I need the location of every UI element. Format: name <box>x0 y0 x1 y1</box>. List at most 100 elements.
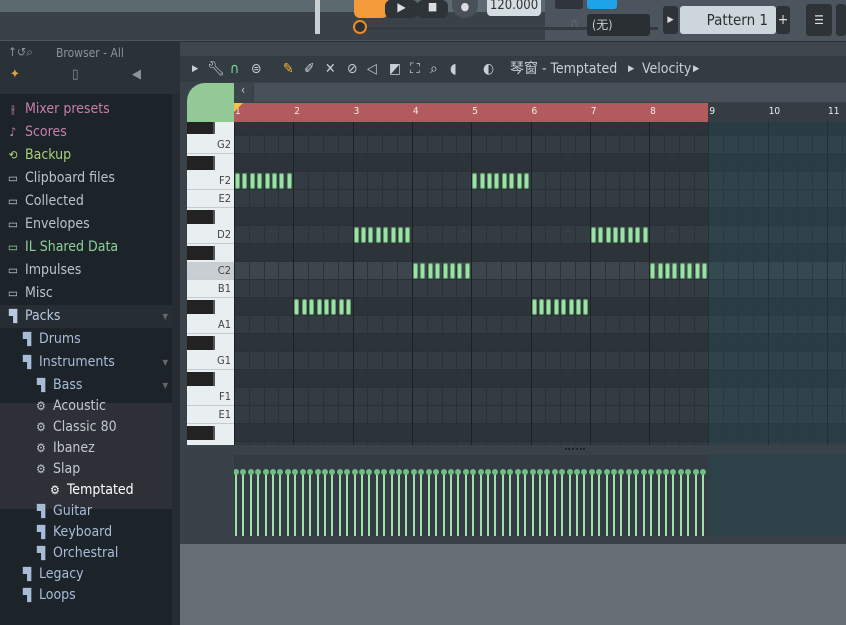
browser-item[interactable]: ⚙ Acoustic <box>0 395 172 418</box>
black-key[interactable] <box>187 426 215 440</box>
velocity-handle[interactable] <box>314 469 321 475</box>
velocity-handle[interactable] <box>692 469 699 475</box>
velocity-bar[interactable] <box>331 473 334 536</box>
velocity-bar[interactable] <box>249 473 252 536</box>
note[interactable] <box>657 263 663 279</box>
horizontal-scrollbar[interactable] <box>254 83 846 102</box>
velocity-handle[interactable] <box>321 469 328 475</box>
note[interactable] <box>316 299 322 315</box>
note[interactable] <box>590 227 596 243</box>
note[interactable] <box>516 173 522 189</box>
note[interactable] <box>568 299 574 315</box>
velocity-handle[interactable] <box>433 469 440 475</box>
velocity-bar[interactable] <box>605 473 608 536</box>
velocity-bar[interactable] <box>442 473 445 536</box>
timeline-ruler[interactable]: 1 2 3 4 5 6 7 8 9 10 11 <box>234 103 846 122</box>
velocity-bar[interactable] <box>553 473 556 536</box>
tool-draw-button[interactable] <box>555 0 583 9</box>
browser-up-icon[interactable]: ↑↺⌕ <box>8 45 33 60</box>
velocity-handle[interactable] <box>329 469 336 475</box>
note[interactable] <box>368 227 374 243</box>
pencil-icon[interactable]: ✎ <box>283 56 294 82</box>
velocity-handle[interactable] <box>485 469 492 475</box>
velocity-bar[interactable] <box>435 473 438 536</box>
note[interactable] <box>405 227 411 243</box>
zoom-select-icon[interactable]: ⛶ <box>410 56 420 82</box>
velocity-bar[interactable] <box>457 473 460 536</box>
velocity-handle[interactable] <box>685 469 692 475</box>
browser-item[interactable]: ⟲ Backup <box>0 144 172 167</box>
note[interactable] <box>361 227 366 243</box>
note[interactable] <box>272 173 278 189</box>
velocity-bar[interactable] <box>687 473 690 536</box>
velocity-handle[interactable] <box>477 469 484 475</box>
browser-item[interactable]: ▭ Collected <box>0 190 172 213</box>
velocity-bar[interactable] <box>575 473 578 536</box>
browser-item[interactable]: ⚙ Slap <box>0 458 172 481</box>
note[interactable] <box>257 173 263 189</box>
note[interactable] <box>642 227 648 243</box>
velocity-handle[interactable] <box>440 469 447 475</box>
note[interactable] <box>501 173 507 189</box>
velocity-bar[interactable] <box>427 473 430 536</box>
note[interactable] <box>279 173 285 189</box>
playlist-view-button[interactable]: ☰ <box>806 4 832 36</box>
velocity-bar[interactable] <box>257 473 260 536</box>
menu-arrow-icon[interactable]: ▶ <box>192 56 198 82</box>
wrench-icon[interactable]: 🔧︎ <box>207 56 225 82</box>
note[interactable] <box>538 299 544 315</box>
browser-item[interactable]: ▭ Envelopes <box>0 213 172 236</box>
browser-scrollbar[interactable] <box>172 94 180 625</box>
browser-item[interactable]: ⚙ Ibanez <box>0 437 172 460</box>
velocity-handle[interactable] <box>566 469 573 475</box>
note[interactable] <box>449 263 455 279</box>
note[interactable] <box>242 173 248 189</box>
note[interactable] <box>398 227 404 243</box>
velocity-handle[interactable] <box>522 469 529 475</box>
velocity-handle[interactable] <box>277 469 284 475</box>
browser-item[interactable]: ▭ IL Shared Data <box>0 236 172 259</box>
play-button[interactable]: ▶ <box>385 0 418 18</box>
stop-button[interactable]: ■ <box>417 0 448 18</box>
black-key[interactable] <box>187 156 215 170</box>
note[interactable] <box>546 299 552 315</box>
note[interactable] <box>464 263 470 279</box>
velocity-handle[interactable] <box>255 469 262 475</box>
note[interactable] <box>553 299 559 315</box>
pattern-range[interactable] <box>234 103 709 122</box>
select-icon[interactable]: ◩ <box>389 56 401 82</box>
velocity-bar[interactable] <box>479 473 482 536</box>
master-volume-slider[interactable] <box>315 0 320 34</box>
song-position-handle[interactable] <box>353 20 367 34</box>
velocity-bar[interactable] <box>309 473 312 536</box>
velocity-bar[interactable] <box>361 473 363 536</box>
velocity-bar[interactable] <box>642 473 645 536</box>
velocity-bar[interactable] <box>294 473 297 536</box>
velocity-bar[interactable] <box>242 473 245 536</box>
browser-item[interactable]: ▜ Keyboard <box>0 521 172 544</box>
velocity-bar[interactable] <box>679 473 682 536</box>
velocity-handle[interactable] <box>648 469 655 475</box>
note[interactable] <box>701 263 707 279</box>
browser-speaker-icon[interactable]: ◀ <box>132 67 141 82</box>
velocity-lane[interactable] <box>234 455 846 536</box>
velocity-bar[interactable] <box>701 473 704 536</box>
note[interactable] <box>294 299 300 315</box>
black-key[interactable] <box>187 210 215 224</box>
note[interactable] <box>383 227 389 243</box>
note[interactable] <box>390 227 396 243</box>
velocity-bar[interactable] <box>279 473 282 536</box>
velocity-bar[interactable] <box>561 473 564 536</box>
velocity-handle[interactable] <box>410 469 417 475</box>
channel-rack-button[interactable] <box>836 4 846 36</box>
playback-icon[interactable]: ◖ <box>450 56 457 82</box>
browser-item[interactable]: ▭ Clipboard files <box>0 167 172 190</box>
velocity-handle[interactable] <box>403 469 410 475</box>
velocity-handle[interactable] <box>529 469 536 475</box>
velocity-bar[interactable] <box>383 473 386 536</box>
velocity-bar[interactable] <box>538 473 541 536</box>
browser-item[interactable]: ▜ Orchestral <box>0 542 172 565</box>
velocity-bar[interactable] <box>613 473 616 536</box>
velocity-handle[interactable] <box>292 469 299 475</box>
note[interactable] <box>435 263 441 279</box>
